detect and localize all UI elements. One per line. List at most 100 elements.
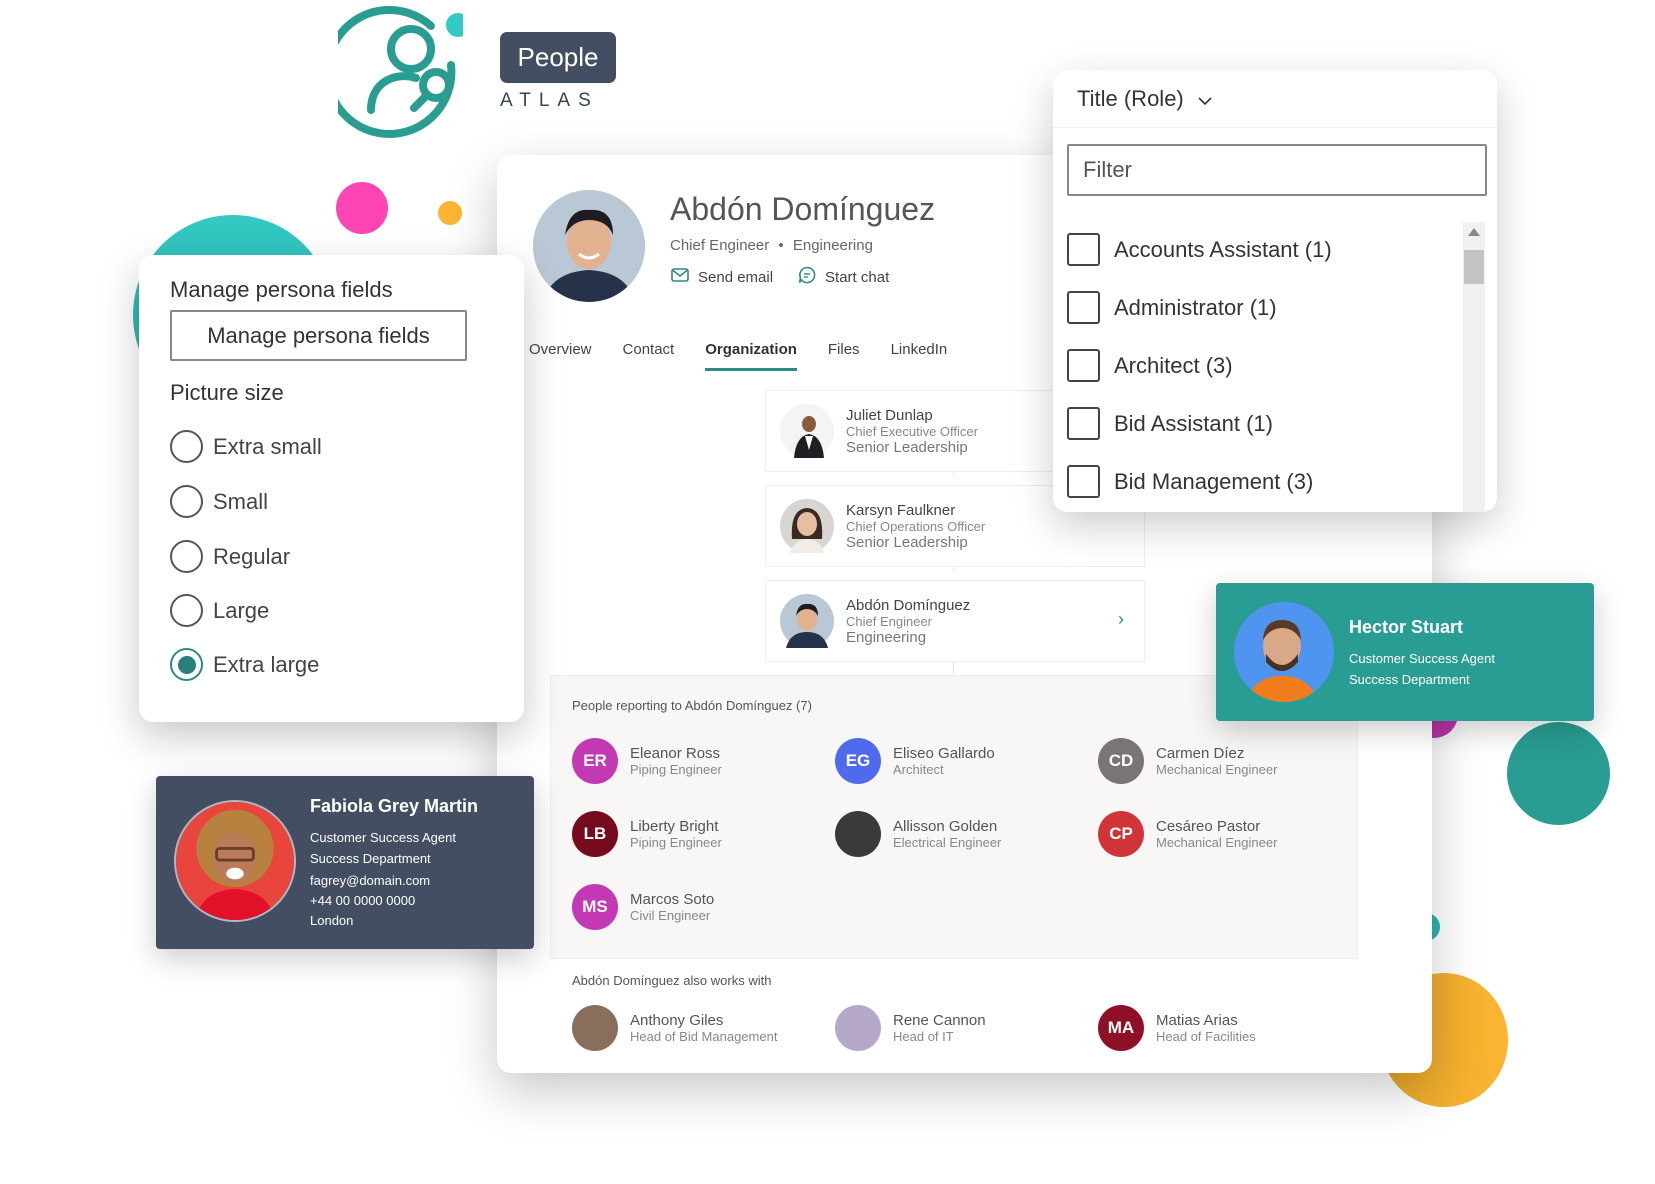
avatar xyxy=(835,1005,881,1051)
filter-option[interactable]: Bid Assistant (1) xyxy=(1067,407,1273,440)
profile-actions: Send email Start chat xyxy=(670,265,889,289)
tab-files[interactable]: Files xyxy=(828,341,860,371)
person-role: Mechanical Engineer xyxy=(1156,835,1278,850)
avatar-karsyn-faulkner xyxy=(780,499,834,553)
person-item[interactable]: MS Marcos Soto Civil Engineer xyxy=(572,884,832,930)
avatar: CP xyxy=(1098,811,1144,857)
person-item[interactable]: EG Eliseo Gallardo Architect xyxy=(835,738,1095,784)
avatar: MA xyxy=(1098,1005,1144,1051)
filter-option[interactable]: Bid Management (3) xyxy=(1067,465,1313,498)
filter-dropdown[interactable]: Title (Role) xyxy=(1053,70,1497,128)
person-text: Liberty Bright Piping Engineer xyxy=(630,818,722,850)
avatar-juliet-dunlap xyxy=(780,404,834,458)
avatar: ER xyxy=(572,738,618,784)
org-card-current[interactable]: Abdón Domínguez Chief Engineer Engineeri… xyxy=(765,580,1145,662)
manage-persona-fields-button[interactable]: Manage persona fields xyxy=(170,310,467,361)
org-person-role: Chief Executive Officer xyxy=(846,423,978,439)
filter-option[interactable]: Administrator (1) xyxy=(1067,291,1277,324)
tab-organization[interactable]: Organization xyxy=(705,341,797,371)
size-option-small[interactable]: Small xyxy=(170,485,268,518)
contact-department: Success Department xyxy=(310,851,431,866)
person-name: Anthony Giles xyxy=(630,1012,724,1029)
profile-tabs: Overview Contact Organization Files Link… xyxy=(529,341,947,371)
checkbox[interactable] xyxy=(1067,233,1100,266)
person-text: Allisson Golden Electrical Engineer xyxy=(893,818,1001,850)
send-email-label: Send email xyxy=(698,268,774,286)
filter-option-label: Administrator (1) xyxy=(1114,294,1277,320)
profile-photo xyxy=(533,190,645,302)
filter-option[interactable]: Architect (3) xyxy=(1067,349,1233,382)
org-person-department: Engineering xyxy=(846,628,927,646)
filter-option-label: Architect (3) xyxy=(1114,352,1233,378)
person-item[interactable]: CP Cesáreo Pastor Mechanical Engineer xyxy=(1098,811,1358,857)
person-name: Eleanor Ross xyxy=(630,745,721,762)
scroll-up-arrow-icon[interactable] xyxy=(1468,228,1480,236)
person-item[interactable]: Anthony Giles Head of Bid Management xyxy=(572,1005,832,1051)
chevron-right-icon[interactable]: › xyxy=(1118,609,1124,630)
org-person-name: Abdón Domínguez xyxy=(846,596,971,614)
person-item[interactable]: Allisson Golden Electrical Engineer xyxy=(835,811,1095,857)
mail-icon xyxy=(670,265,690,289)
tab-linkedin[interactable]: LinkedIn xyxy=(891,341,948,371)
brand-subtitle: ATLAS xyxy=(500,90,599,111)
contact-role: Customer Success Agent xyxy=(1349,651,1495,666)
persona-settings-panel: Manage persona fields Manage persona fie… xyxy=(139,255,524,722)
person-item[interactable]: Rene Cannon Head of IT xyxy=(835,1005,1095,1051)
avatar xyxy=(835,811,881,857)
person-name: Allisson Golden xyxy=(893,818,998,835)
person-name: Carmen Díez xyxy=(1156,745,1245,762)
tab-overview[interactable]: Overview xyxy=(529,341,592,371)
radio-button[interactable] xyxy=(170,485,203,518)
contact-department: Success Department xyxy=(1349,672,1470,687)
person-name: Marcos Soto xyxy=(630,891,715,908)
start-chat-label: Start chat xyxy=(825,268,890,286)
filter-input[interactable] xyxy=(1067,144,1487,196)
contact-location: London xyxy=(310,913,354,928)
size-option-regular[interactable]: Regular xyxy=(170,540,290,573)
contact-phone[interactable]: +44 00 0000 0000 xyxy=(310,893,415,908)
person-item[interactable]: ER Eleanor Ross Piping Engineer xyxy=(572,738,832,784)
org-person-department: Senior Leadership xyxy=(846,533,968,551)
checkbox[interactable] xyxy=(1067,407,1100,440)
filter-option[interactable]: Accounts Assistant (1) xyxy=(1067,233,1332,266)
person-text: Matias Arias Head of Facilities xyxy=(1156,1012,1256,1044)
contact-name: Fabiola Grey Martin xyxy=(310,796,479,816)
profile-title: Chief Engineer xyxy=(670,237,770,254)
size-option-extra-large[interactable]: Extra large xyxy=(170,648,319,681)
send-email-button[interactable]: Send email xyxy=(670,265,773,289)
avatar: LB xyxy=(572,811,618,857)
person-role: Head of IT xyxy=(893,1029,954,1044)
org-person-name: Karsyn Faulkner xyxy=(846,501,956,519)
contact-email[interactable]: fagrey@domain.com xyxy=(310,873,430,888)
person-role: Head of Bid Management xyxy=(630,1029,778,1044)
profile-department: Engineering xyxy=(792,237,873,254)
radio-button[interactable] xyxy=(170,594,203,627)
size-option-extra-small[interactable]: Extra small xyxy=(170,430,322,463)
start-chat-button[interactable]: Start chat xyxy=(797,265,889,289)
avatar-abdon-dominguez xyxy=(780,594,834,648)
avatar: CD xyxy=(1098,738,1144,784)
person-role: Piping Engineer xyxy=(630,835,722,850)
settings-title: Manage persona fields xyxy=(170,277,393,302)
radio-button[interactable] xyxy=(170,540,203,573)
radio-button[interactable] xyxy=(170,430,203,463)
size-option-large[interactable]: Large xyxy=(170,594,269,627)
org-card-text: Juliet Dunlap Chief Executive Officer Se… xyxy=(846,407,978,456)
checkbox[interactable] xyxy=(1067,349,1100,382)
org-person-name: Juliet Dunlap xyxy=(846,406,933,424)
brand-badge: People xyxy=(500,32,616,83)
radio-label: Extra small xyxy=(213,433,322,459)
person-item[interactable]: CD Carmen Díez Mechanical Engineer xyxy=(1098,738,1358,784)
checkbox[interactable] xyxy=(1067,291,1100,324)
tab-contact[interactable]: Contact xyxy=(623,341,675,371)
filter-scrollbar[interactable] xyxy=(1463,222,1485,512)
contact-card-fabiola: Fabiola Grey Martin Customer Success Age… xyxy=(156,776,534,949)
scrollbar-thumb[interactable] xyxy=(1464,250,1484,284)
radio-button-selected[interactable] xyxy=(170,648,203,681)
person-item[interactable]: LB Liberty Bright Piping Engineer xyxy=(572,811,832,857)
person-role: Electrical Engineer xyxy=(893,835,1002,850)
org-card-text: Abdón Domínguez Chief Engineer Engineeri… xyxy=(846,597,970,646)
person-item[interactable]: MA Matias Arias Head of Facilities xyxy=(1098,1005,1358,1051)
checkbox[interactable] xyxy=(1067,465,1100,498)
role-filter-panel: Title (Role) Accounts Assistant (1) Admi… xyxy=(1053,70,1497,512)
